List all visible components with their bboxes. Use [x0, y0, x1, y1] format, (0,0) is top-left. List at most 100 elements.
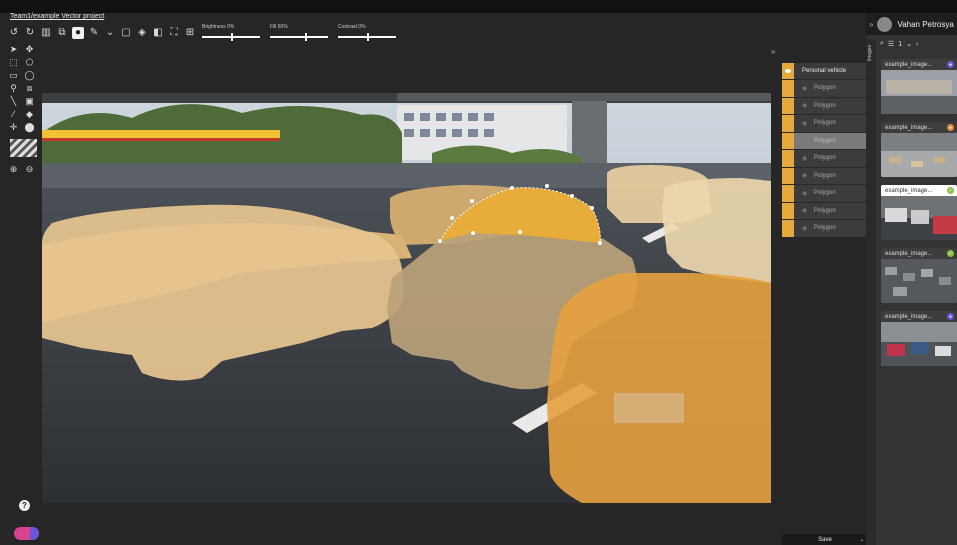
ellipse-icon[interactable]: ◯	[24, 70, 35, 81]
cuboid-icon[interactable]: ⧈	[24, 83, 35, 94]
eye-icon[interactable]: ◉	[802, 120, 810, 127]
instance-row[interactable]: ◉ Polygon	[782, 79, 868, 97]
app-window: Team1/example Vector project ↺ ↻ ▥ ⧉ ● ✎…	[0, 0, 957, 545]
rectangle-icon[interactable]: ▭	[8, 70, 19, 81]
thumbnail-caption: example_image...	[885, 124, 933, 131]
brush-icon[interactable]: ✎	[88, 27, 100, 39]
images-tab[interactable]: Images	[866, 39, 876, 545]
instance-label: Polygon	[814, 225, 836, 232]
toggle-knob	[30, 527, 39, 540]
eye-icon[interactable]: ◉	[802, 190, 810, 197]
copy-icon[interactable]: ⧉	[56, 27, 68, 39]
eye-icon[interactable]: ◉	[802, 137, 810, 144]
save-button[interactable]: Save ⌄	[782, 534, 868, 545]
eye-icon[interactable]: ◉	[802, 207, 810, 214]
chevron-down-icon[interactable]: ⌄	[104, 27, 116, 39]
instance-row[interactable]: ◉ Polygon	[782, 184, 868, 202]
instance-label: Polygon	[814, 137, 836, 144]
contrast-slider[interactable]: Contrast 0%	[338, 24, 400, 42]
instance-row[interactable]: ◉ Polygon	[782, 149, 868, 167]
instance-row[interactable]: ◉ Polygon	[782, 114, 868, 132]
eye-icon[interactable]: ◉	[802, 172, 810, 179]
contrast-thumb[interactable]	[367, 33, 369, 41]
comment-tool-icon[interactable]: ▣	[24, 96, 35, 107]
crosshair-icon[interactable]: ✥	[24, 44, 35, 55]
fill-track[interactable]	[270, 36, 328, 38]
cursor-icon[interactable]: ➤	[8, 44, 19, 55]
brightness-thumb[interactable]	[231, 33, 233, 41]
avatar[interactable]	[877, 16, 893, 32]
instance-row[interactable]: ◉ Polygon	[782, 166, 868, 184]
polygon-select-icon[interactable]: ⬚	[8, 57, 19, 68]
instance-color-strip	[782, 80, 794, 97]
eye-icon[interactable]: ◉	[802, 85, 810, 92]
eye-icon[interactable]: ◉	[802, 155, 810, 162]
class-color-swatch[interactable]	[782, 63, 794, 79]
instance-label: Polygon	[814, 207, 836, 214]
redo-icon[interactable]: ↻	[24, 27, 36, 39]
class-header[interactable]: Personal vehicle	[782, 63, 868, 79]
eye-icon[interactable]: ●	[72, 27, 84, 39]
help-icon[interactable]: ?	[19, 500, 30, 511]
canopy-stripe	[42, 138, 280, 141]
collapse-sidebar-icon[interactable]: »	[869, 20, 873, 29]
instance-color-strip	[782, 132, 794, 149]
color-theme-toggle[interactable]	[14, 527, 39, 540]
zoom-out-icon[interactable]: ⊖	[24, 164, 35, 175]
eye-icon[interactable]: ◉	[802, 102, 810, 109]
tool-palette: ➤ ✥ ⬚ ⬠ ▭ ◯ ⚲ ⧈ ╲ ▣ ⁄ ◆ ✛ ⬤ ⊕ ⊖	[8, 43, 42, 545]
canvas-image	[42, 93, 771, 503]
trash-icon[interactable]: ▥	[40, 27, 52, 39]
instance-row-selected[interactable]: ◉ Polygon	[782, 131, 868, 149]
chevron-left-icon[interactable]: ‹	[916, 41, 918, 48]
instance-row[interactable]: ◉ Polygon	[782, 96, 868, 114]
image-thumbnail[interactable]: example_image... ●	[881, 311, 957, 366]
thumbnail-image	[881, 322, 957, 366]
image-thumbnail[interactable]: example_image... ✓	[881, 248, 957, 303]
filter-icon[interactable]: ☰	[888, 40, 894, 48]
brightness-slider[interactable]: Brightness 0%	[202, 24, 264, 42]
fill-dark-icon[interactable]: ◧	[152, 27, 164, 39]
zoom-in-icon[interactable]: ⊕	[8, 164, 19, 175]
eye-icon[interactable]: ◉	[802, 225, 810, 232]
comment-icon[interactable]: ▢	[120, 27, 132, 39]
images-tab-label: Images	[867, 45, 873, 62]
thumbnail-caption: example_image...	[885, 313, 933, 320]
image-thumbnail[interactable]: example_image... ●	[881, 122, 957, 177]
status-badge: ✓	[947, 250, 954, 257]
expand-icon[interactable]: ⊞	[184, 27, 196, 39]
annotation-canvas[interactable]	[42, 93, 771, 503]
license-plate	[614, 393, 684, 423]
chevron-down-icon[interactable]: ⌄	[860, 537, 864, 543]
polygon-icon[interactable]: ⬠	[24, 57, 35, 68]
image-thumbnail[interactable]: example_image... ●	[881, 59, 957, 114]
thumbnail-image	[881, 70, 957, 114]
line-icon[interactable]: ╲	[8, 96, 19, 107]
fill-thumb[interactable]	[305, 33, 307, 41]
breadcrumb-team-link[interactable]: Team1	[10, 13, 31, 20]
visibility-eye-icon[interactable]	[785, 69, 791, 73]
fill-icon[interactable]: ◈	[136, 27, 148, 39]
overpass-beam	[397, 93, 771, 101]
undo-icon[interactable]: ↺	[8, 27, 20, 39]
move-icon[interactable]: ✛	[8, 122, 19, 133]
instance-row[interactable]: ◉ Polygon	[782, 219, 868, 237]
instance-row[interactable]: ◉ Polygon	[782, 201, 868, 219]
image-thumbnail-selected[interactable]: example_image... ✓	[881, 185, 957, 240]
collapse-panel-icon[interactable]: »	[771, 47, 775, 56]
thumbnail-caption: example_image...	[885, 61, 933, 68]
eyedropper-icon[interactable]: ⁄	[8, 109, 19, 120]
fill-slider[interactable]: Fill 60%	[270, 24, 332, 42]
user-name[interactable]: Vahan Petrosya	[897, 20, 953, 29]
template-icon[interactable]: ⚲	[8, 83, 19, 94]
breadcrumb: Team1/example Vector project	[10, 13, 104, 20]
fit-icon[interactable]: ⛶	[168, 27, 180, 39]
list-count[interactable]: 1	[898, 41, 902, 48]
search-icon[interactable]: ⌕	[880, 40, 884, 48]
tag-icon[interactable]: ◆	[24, 109, 35, 120]
point-icon[interactable]: ⬤	[24, 122, 35, 133]
chevron-down-icon[interactable]: ⌄	[906, 40, 912, 48]
images-toolbar: ⌕ ☰ 1 ⌄ ‹	[880, 40, 918, 48]
hatch-pattern-tool[interactable]	[10, 139, 37, 157]
breadcrumb-project-link[interactable]: example Vector project	[33, 13, 104, 20]
